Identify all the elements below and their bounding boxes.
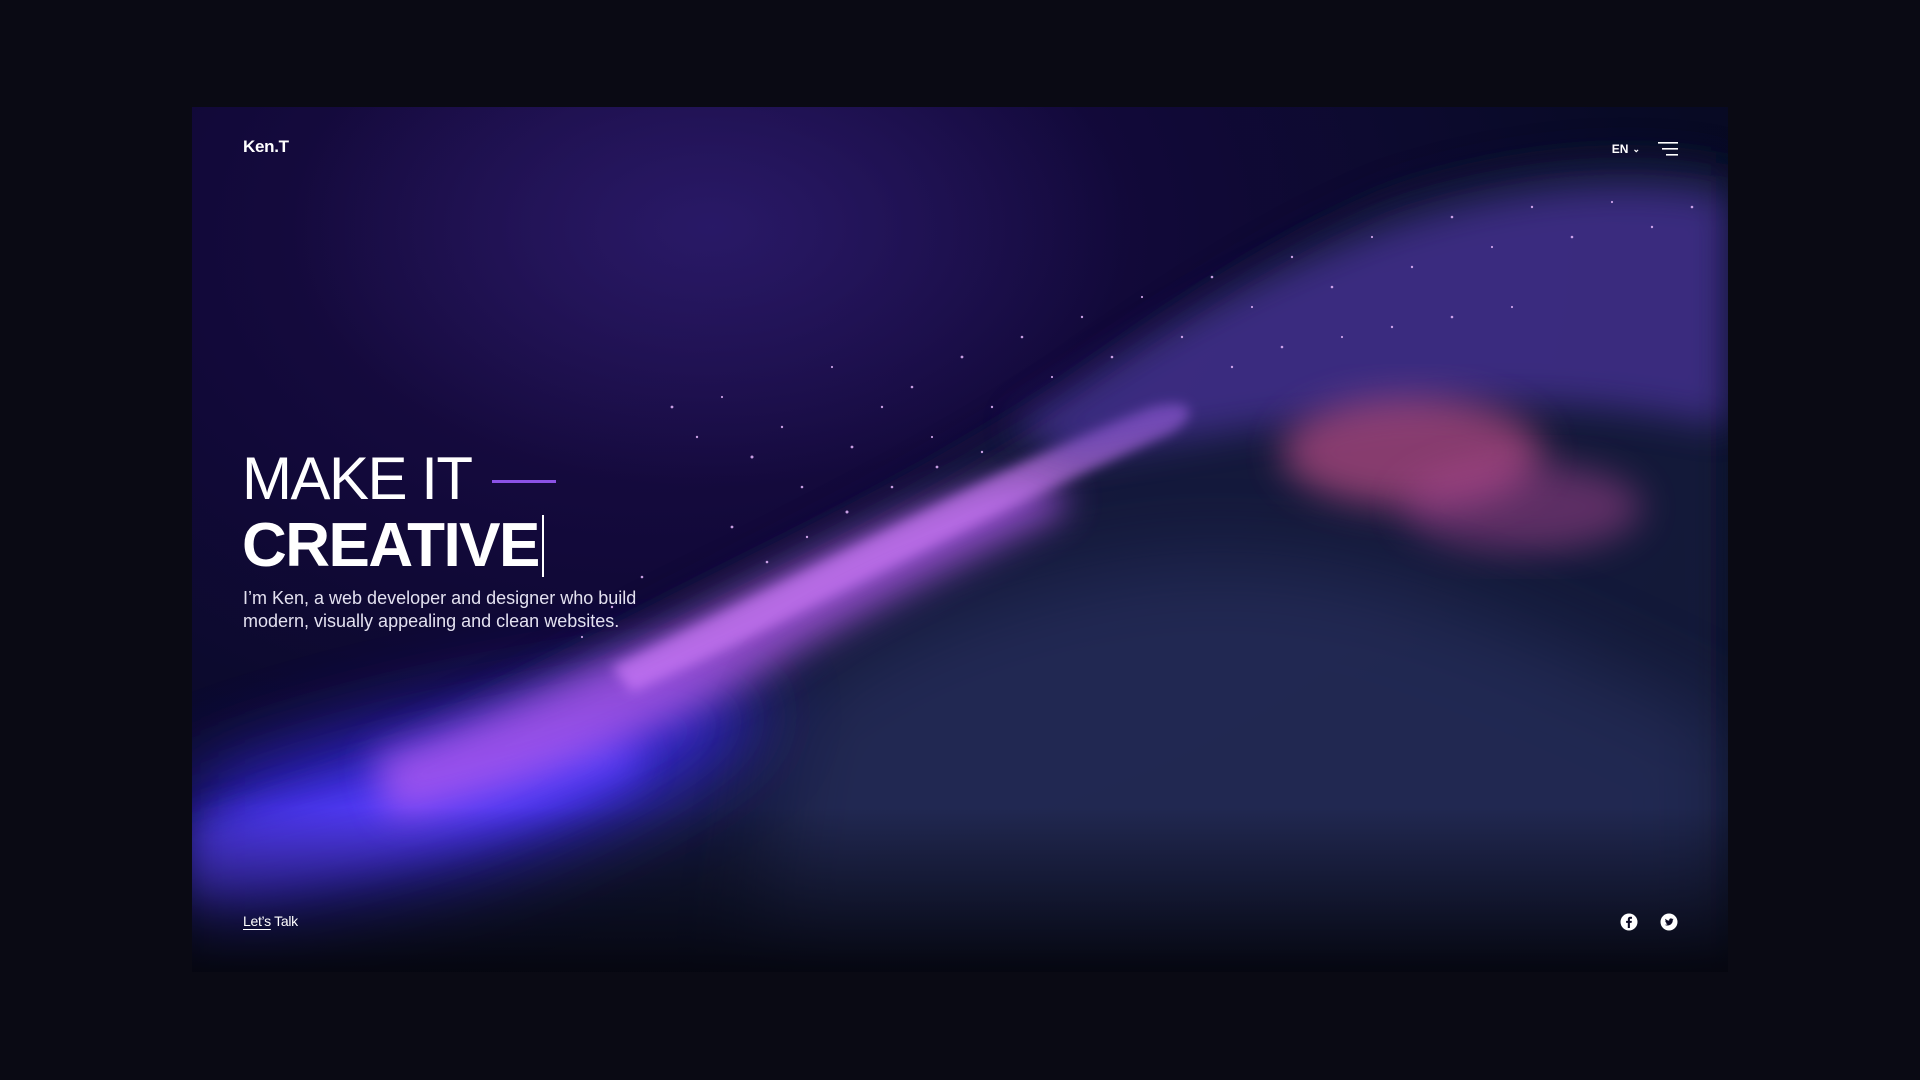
intro-line-2: modern, visually appealing and clean web…	[243, 611, 620, 631]
headline-line-1: MAKE IT	[242, 445, 556, 513]
lets-talk-underlined: Let’s	[243, 913, 271, 929]
hero-headline: MAKE IT CREATIVE	[242, 445, 556, 579]
accent-dash	[491, 479, 556, 483]
language-label: EN	[1611, 142, 1629, 156]
facebook-icon[interactable]	[1620, 913, 1638, 931]
headline-text-1: MAKE IT	[242, 445, 473, 512]
lets-talk-link[interactable]: Let’s Talk	[243, 913, 298, 929]
twitter-icon[interactable]	[1660, 913, 1678, 931]
social-links	[1620, 913, 1678, 931]
lets-talk-rest: Talk	[270, 913, 298, 929]
typing-caret	[541, 515, 544, 577]
hero-intro: I’m Ken, a web developer and designer wh…	[243, 587, 683, 633]
headline-text-2: CREATIVE	[242, 511, 540, 580]
header-controls: EN ⌄	[1612, 141, 1678, 157]
chevron-down-icon: ⌄	[1632, 143, 1640, 154]
headline-line-2: CREATIVE	[242, 513, 556, 579]
hamburger-menu-icon[interactable]	[1658, 141, 1678, 157]
site-logo[interactable]: Ken.T	[243, 137, 289, 157]
language-selector[interactable]: EN ⌄	[1612, 142, 1640, 156]
hero-frame: Ken.T EN ⌄ MAKE IT CREATIVE I’m Ken, a w…	[192, 107, 1728, 972]
intro-line-1: I’m Ken, a web developer and designer wh…	[243, 588, 637, 608]
